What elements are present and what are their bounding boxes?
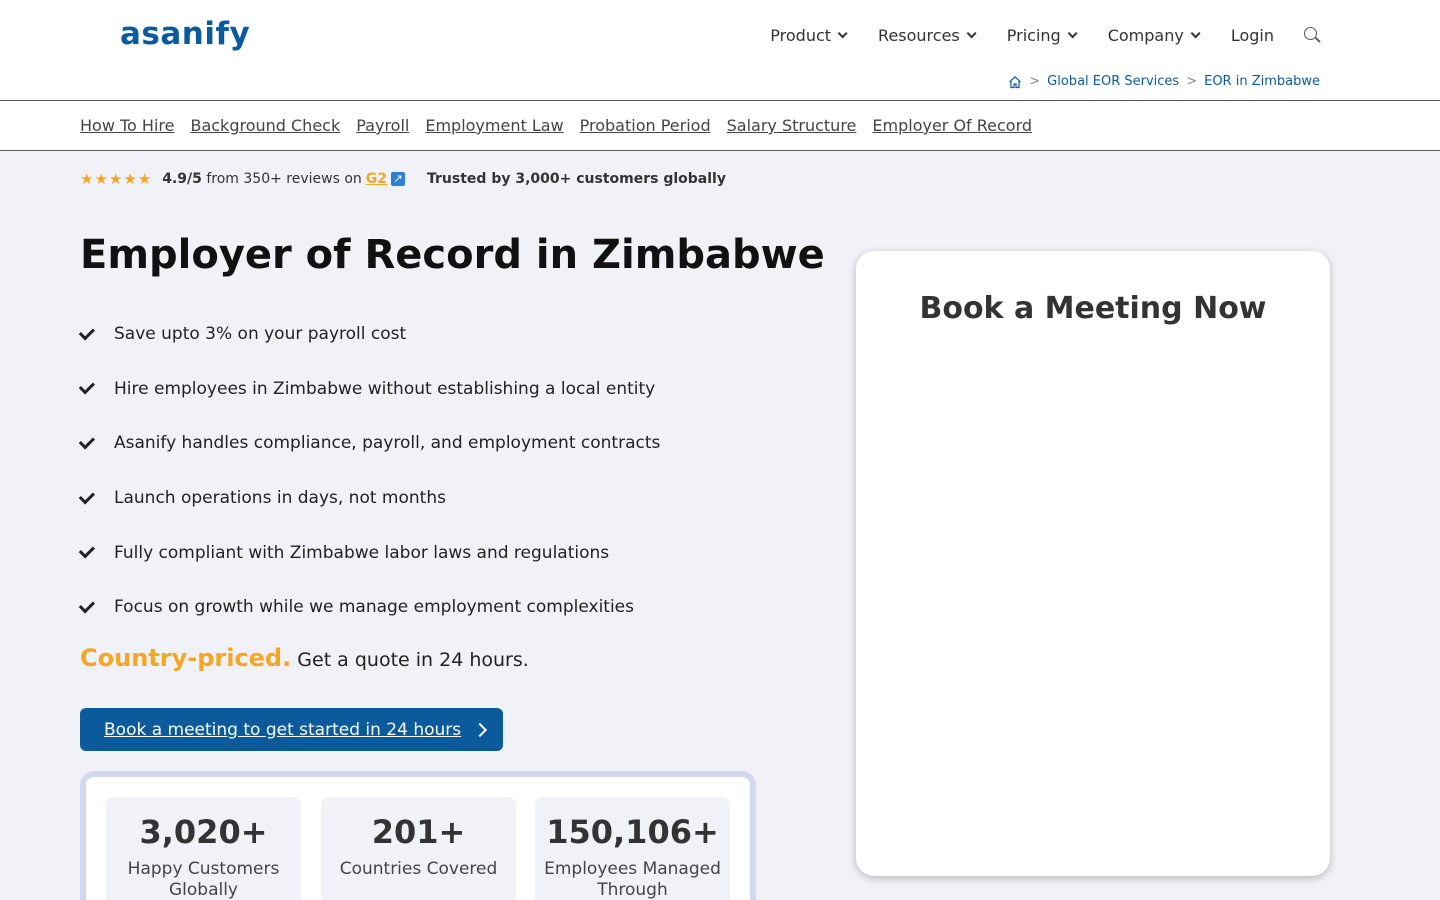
- nav-resources-label: Resources: [878, 26, 960, 45]
- checkmark-icon: [78, 378, 96, 395]
- subnav-payroll[interactable]: Payroll: [356, 116, 409, 135]
- checkmark-icon: [78, 597, 96, 614]
- feature-text: Asanify handles compliance, payroll, and…: [114, 433, 661, 454]
- meeting-card-title: Book a Meeting Now: [919, 291, 1267, 326]
- feature-list: Save upto 3% on your payroll cost Hire e…: [78, 307, 661, 635]
- stat-number: 3,020+: [139, 813, 268, 851]
- nav-product[interactable]: Product: [770, 26, 848, 45]
- subnav-employer-of-record[interactable]: Employer Of Record: [872, 116, 1032, 135]
- feature-text: Hire employees in Zimbabwe without estab…: [114, 378, 656, 399]
- subnav-probation-period[interactable]: Probation Period: [580, 116, 711, 135]
- book-meeting-button[interactable]: Book a meeting to get started in 24 hour…: [80, 708, 503, 751]
- search-icon[interactable]: [1304, 26, 1322, 45]
- top-header: asanify Product Resources Pricing Compan…: [0, 0, 1440, 101]
- feature-item: Hire employees in Zimbabwe without estab…: [78, 362, 660, 417]
- book-meeting-label: Book a meeting to get started in 24 hour…: [104, 719, 462, 740]
- rating-bar: ★★★★★ 4.9/5 from 350+ reviews on G2 ↗ Tr…: [80, 170, 726, 188]
- checkmark-icon: [78, 542, 96, 559]
- chevron-down-icon: [966, 28, 977, 39]
- nav-pricing-label: Pricing: [1006, 26, 1061, 45]
- stat-label: Happy Customers Globally: [127, 859, 280, 900]
- checkmark-icon: [78, 433, 96, 450]
- stat-label: Countries Covered: [339, 859, 498, 879]
- feature-text: Save upto 3% on your payroll cost: [114, 324, 407, 345]
- breadcrumb-eor-zimbabwe[interactable]: EOR in Zimbabwe: [1204, 74, 1320, 89]
- subnav-employment-law[interactable]: Employment Law: [425, 116, 563, 135]
- nav-resources[interactable]: Resources: [878, 26, 977, 45]
- sub-navigation: How To Hire Background Check Payroll Emp…: [0, 101, 1440, 151]
- quote-text: Get a quote in 24 hours.: [297, 649, 529, 671]
- subnav-background-check[interactable]: Background Check: [190, 116, 340, 135]
- nav-company-label: Company: [1107, 26, 1184, 45]
- feature-item: Save upto 3% on your payroll cost: [78, 307, 660, 362]
- chevron-down-icon: [1067, 28, 1078, 39]
- feature-text: Focus on growth while we manage employme…: [114, 597, 634, 618]
- stat-number: 201+: [371, 813, 466, 851]
- trusted-text: Trusted by 3,000+ customers globally: [427, 171, 726, 187]
- feature-item: Launch operations in days, not months: [78, 471, 660, 526]
- checkmark-icon: [78, 324, 96, 341]
- main-nav: Product Resources Pricing Company Login: [736, 26, 1322, 45]
- chevron-down-icon: [1190, 28, 1201, 39]
- pricing-tagline: Country-priced. Get a quote in 24 hours.: [80, 644, 529, 672]
- stat-card: 3,020+ Happy Customers Globally: [106, 797, 301, 900]
- feature-item: Asanify handles compliance, payroll, and…: [78, 416, 661, 471]
- rating-score: 4.9/5: [162, 171, 202, 187]
- feature-text: Fully compliant with Zimbabwe labor laws…: [114, 542, 610, 563]
- star-rating-icon: ★★★★★: [80, 170, 153, 188]
- chevron-right-icon: [473, 722, 488, 737]
- nav-product-label: Product: [770, 26, 832, 45]
- checkmark-icon: [78, 487, 96, 505]
- country-priced-text: Country-priced.: [80, 644, 292, 672]
- feature-item: Focus on growth while we manage employme…: [78, 580, 660, 635]
- breadcrumb: > Global EOR Services > EOR in Zimbabwe: [1008, 74, 1320, 89]
- rating-text: from 350+ reviews on: [206, 171, 362, 187]
- stat-card: 150,106+ Employees Managed Through: [535, 797, 730, 900]
- stat-card: 201+ Countries Covered: [321, 797, 516, 900]
- feature-text: Launch operations in days, not months: [114, 488, 446, 509]
- breadcrumb-separator: >: [1186, 74, 1198, 89]
- asanify-logo[interactable]: asanify: [120, 16, 250, 52]
- g2-link[interactable]: G2: [366, 171, 387, 187]
- meeting-booking-card: Book a Meeting Now: [856, 251, 1330, 876]
- home-icon[interactable]: [1008, 75, 1022, 89]
- external-link-icon[interactable]: ↗: [391, 172, 406, 186]
- stats-panel: 3,020+ Happy Customers Globally 201+ Cou…: [80, 771, 756, 900]
- breadcrumb-separator: >: [1029, 74, 1041, 89]
- feature-item: Fully compliant with Zimbabwe labor laws…: [78, 525, 660, 580]
- nav-company[interactable]: Company: [1107, 26, 1201, 45]
- stat-label: Employees Managed Through: [544, 859, 721, 900]
- subnav-salary-structure[interactable]: Salary Structure: [727, 116, 857, 135]
- login-link[interactable]: Login: [1231, 26, 1274, 45]
- stat-number: 150,106+: [546, 813, 719, 851]
- breadcrumb-global-eor[interactable]: Global EOR Services: [1047, 74, 1179, 89]
- nav-pricing[interactable]: Pricing: [1006, 26, 1078, 45]
- subnav-how-to-hire[interactable]: How To Hire: [80, 116, 174, 135]
- page-title: Employer of Record in Zimbabwe: [80, 232, 825, 278]
- chevron-down-icon: [837, 28, 848, 39]
